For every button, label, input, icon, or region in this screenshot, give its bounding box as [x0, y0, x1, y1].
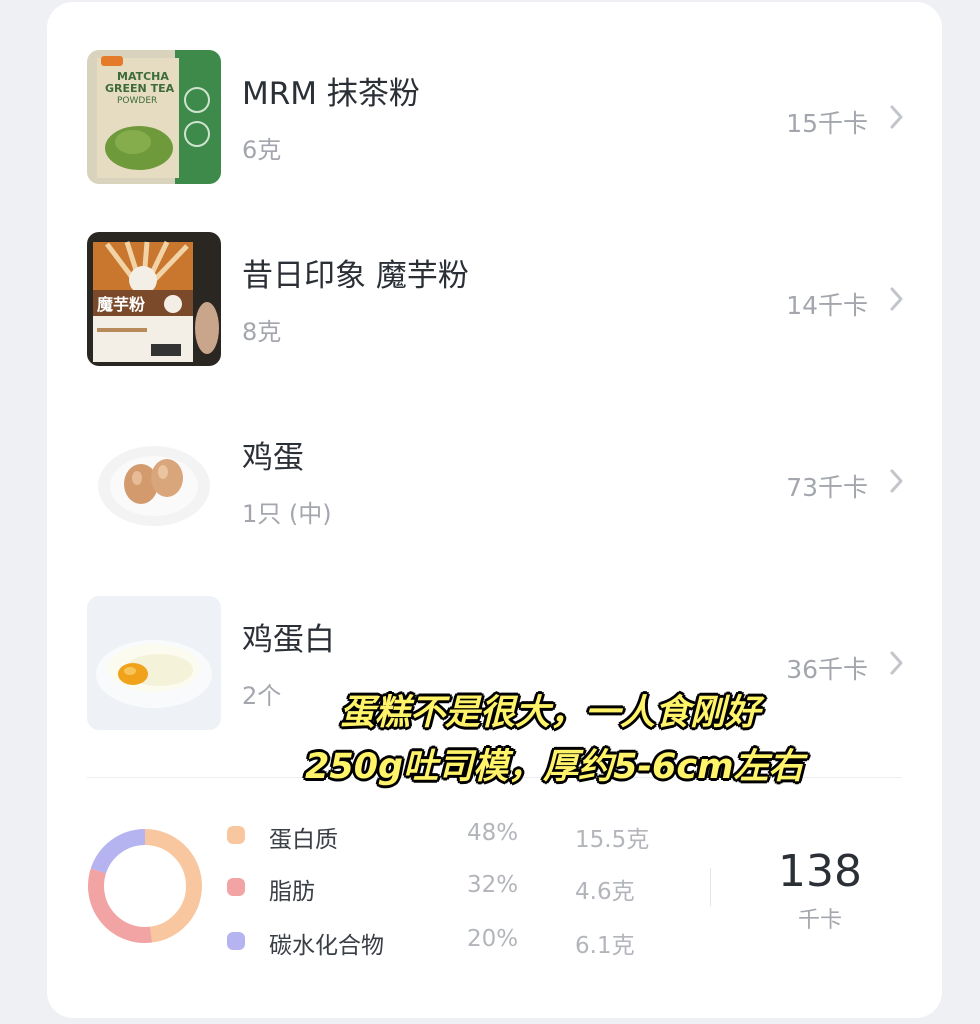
macro-label-fat: 脂肪	[269, 879, 315, 905]
chevron-right-icon	[890, 651, 903, 675]
protein-color-dot	[227, 826, 245, 844]
macro-percent-carbs: 20%	[467, 926, 519, 952]
donut-segment-protein	[144, 829, 202, 943]
macro-percent-protein: 48%	[467, 820, 519, 846]
food-quantity: 6克	[242, 136, 282, 164]
macro-percent-fat: 32%	[467, 872, 519, 898]
food-quantity: 8克	[242, 318, 282, 346]
total-calories: 138	[778, 846, 862, 897]
eggs-on-plate-image	[87, 414, 221, 548]
macro-grams-fat: 4.6克	[575, 879, 635, 905]
food-name: 鸡蛋白	[242, 622, 335, 658]
macro-grams-protein: 15.5克	[575, 827, 650, 853]
food-item-matcha[interactable]: MATCHA GREEN TEA POWDER MRM 抹茶粉 6克 15千卡	[47, 42, 942, 192]
carb-color-dot	[227, 932, 245, 950]
food-calories: 36千卡	[786, 655, 868, 684]
macro-donut-chart	[88, 829, 202, 943]
food-calories: 14千卡	[786, 291, 868, 320]
food-log-card: MATCHA GREEN TEA POWDER MRM 抹茶粉 6克 15千卡	[47, 2, 942, 1018]
chevron-right-icon	[890, 469, 903, 493]
food-calories: 73千卡	[786, 473, 868, 502]
chevron-right-icon	[890, 105, 903, 129]
food-quantity: 2个	[242, 682, 282, 710]
food-calories: 15千卡	[786, 109, 868, 138]
donut-segment-carbs	[90, 829, 146, 874]
fat-color-dot	[227, 878, 245, 896]
overlay-caption-line2: 250g吐司模，厚约5-6cm左右	[305, 747, 804, 787]
matcha-bag-line3: POWDER	[117, 96, 157, 106]
food-name: 昔日印象 魔芋粉	[242, 258, 469, 294]
matcha-powder-bag-image: MATCHA GREEN TEA POWDER	[87, 50, 221, 184]
food-name: MRM 抹茶粉	[242, 76, 420, 112]
food-quantity: 1只 (中)	[242, 500, 332, 528]
donut-segment-fat	[88, 868, 153, 943]
summary-separator	[710, 868, 711, 906]
macro-label-carbs: 碳水化合物	[269, 933, 384, 959]
konjac-bag-text: 魔芋粉	[97, 295, 145, 314]
overlay-caption-line1: 蛋糕不是很大，一人食刚好	[340, 693, 761, 733]
egg-white-bowl-image	[87, 596, 221, 730]
food-item-egg[interactable]: 鸡蛋 1只 (中) 73千卡	[47, 406, 942, 556]
macro-label-protein: 蛋白质	[269, 827, 338, 853]
food-item-konjac[interactable]: 魔芋粉 昔日印象 魔芋粉 8克 14千卡	[47, 224, 942, 374]
konjac-powder-bag-image: 魔芋粉	[87, 232, 221, 366]
matcha-bag-line2: GREEN TEA	[105, 82, 175, 95]
food-name: 鸡蛋	[242, 440, 304, 476]
macro-grams-carbs: 6.1克	[575, 933, 635, 959]
chevron-right-icon	[890, 287, 903, 311]
total-calories-unit: 千卡	[797, 908, 842, 933]
